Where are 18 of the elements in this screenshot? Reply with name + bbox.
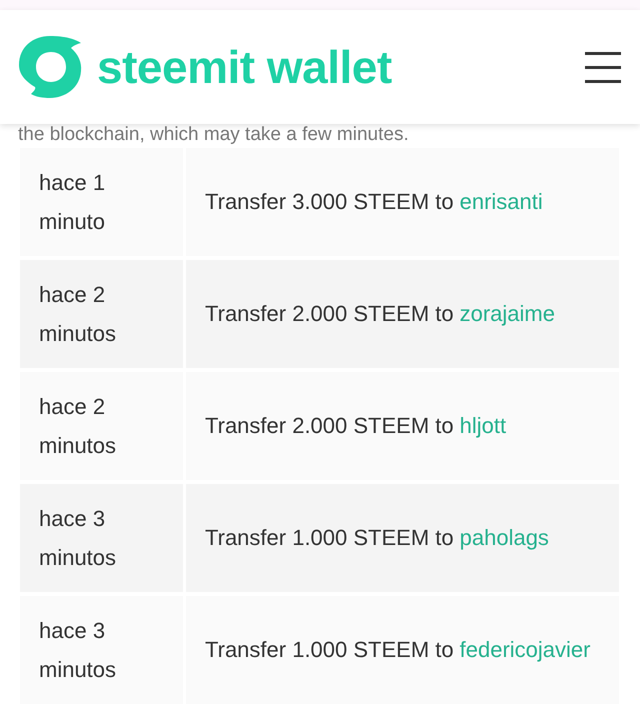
recipient-link[interactable]: zorajaime bbox=[460, 301, 555, 327]
transfer-description: Transfer 3.000 STEEM to bbox=[205, 189, 454, 215]
brand-name: steemit wallet bbox=[97, 40, 392, 94]
transfer-description: Transfer 1.000 STEEM to bbox=[205, 637, 454, 663]
recipient-link[interactable]: hljott bbox=[460, 413, 506, 439]
transfer-description: Transfer 2.000 STEEM to bbox=[205, 301, 454, 327]
transfer-description: Transfer 1.000 STEEM to bbox=[205, 525, 454, 551]
time-cell: hace 3 minutos bbox=[20, 596, 183, 704]
recipient-link[interactable]: federicojavier bbox=[460, 637, 590, 663]
time-cell: hace 2 minutos bbox=[20, 260, 183, 368]
recipient-link[interactable]: paholags bbox=[460, 525, 549, 551]
time-cell: hace 3 minutos bbox=[20, 484, 183, 592]
recipient-link[interactable]: enrisanti bbox=[460, 189, 543, 215]
logo-icon bbox=[17, 34, 83, 100]
transfer-description: Transfer 2.000 STEEM to bbox=[205, 413, 454, 439]
time-cell: hace 2 minutos bbox=[20, 372, 183, 480]
notice-text: the blockchain, which may take a few minutes. bbox=[18, 124, 409, 146]
time-cell: hace 1 minuto bbox=[20, 148, 183, 256]
